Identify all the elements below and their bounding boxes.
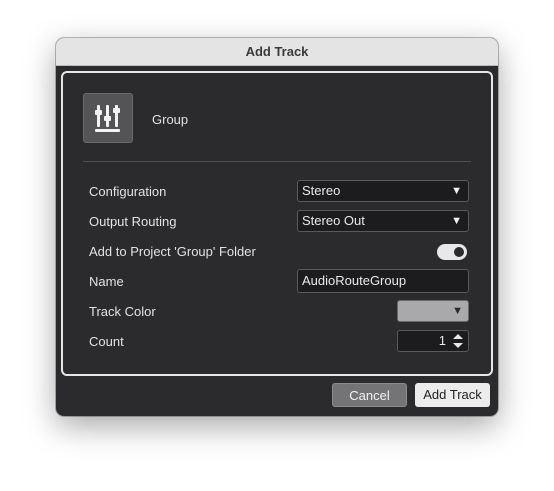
output-routing-select[interactable]: Stereo Out ▼ xyxy=(297,210,469,232)
configuration-value: Stereo xyxy=(302,183,341,198)
configuration-label: Configuration xyxy=(89,184,167,199)
add-track-dialog: Add Track Group Configuration Stereo ▼ O… xyxy=(56,38,498,416)
count-value: 1 xyxy=(438,333,446,348)
toggle-knob xyxy=(454,247,464,257)
track-settings-panel: Group Configuration Stereo ▼ Output Rout… xyxy=(61,71,493,376)
dropdown-arrow-icon: ▼ xyxy=(451,215,462,227)
group-channel-icon[interactable] xyxy=(83,93,133,143)
add-to-folder-label: Add to Project 'Group' Folder xyxy=(89,244,256,259)
track-type-label: Group xyxy=(152,112,189,127)
track-color-select[interactable]: ▼ xyxy=(397,300,469,322)
name-input[interactable]: AudioRouteGroup xyxy=(297,269,469,293)
dropdown-arrow-icon: ▼ xyxy=(451,185,462,197)
output-routing-label: Output Routing xyxy=(89,214,177,229)
output-routing-value: Stereo Out xyxy=(302,213,365,228)
dropdown-arrow-icon: ▼ xyxy=(452,305,463,317)
add-track-button[interactable]: Add Track xyxy=(415,383,490,407)
count-label: Count xyxy=(89,334,124,349)
cancel-button[interactable]: Cancel xyxy=(332,383,407,407)
add-to-folder-toggle[interactable] xyxy=(437,244,467,260)
configuration-select[interactable]: Stereo ▼ xyxy=(297,180,469,202)
stepper-arrows-icon[interactable] xyxy=(452,333,464,349)
dialog-title: Add Track xyxy=(56,38,498,66)
count-stepper[interactable]: 1 xyxy=(397,330,469,352)
track-color-label: Track Color xyxy=(89,304,156,319)
name-label: Name xyxy=(89,274,124,289)
separator xyxy=(83,161,471,162)
